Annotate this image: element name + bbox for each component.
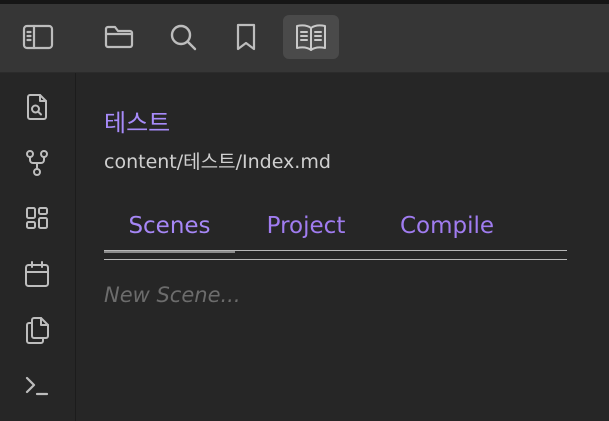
graph-icon — [26, 150, 48, 176]
search-button[interactable] — [161, 15, 205, 59]
project-path: content/테스트/Index.md — [104, 151, 331, 173]
ribbon-graph-button[interactable] — [16, 142, 58, 184]
dashboard-grid-icon — [26, 207, 48, 229]
bookmarks-button[interactable] — [224, 15, 268, 59]
sidebar-toggle-button[interactable] — [16, 15, 60, 59]
book-open-icon — [296, 24, 326, 51]
ribbon-copy-button[interactable] — [16, 309, 58, 351]
search-icon — [170, 24, 197, 51]
ribbon-canvas-button[interactable] — [16, 197, 58, 239]
longform-button[interactable] — [283, 15, 339, 59]
file-search-icon — [27, 94, 47, 120]
app-window: 테스트 content/테스트/Index.md Scenes Project … — [0, 0, 609, 421]
sidebar-toggle-icon — [22, 24, 54, 50]
left-ribbon — [0, 73, 76, 421]
files-button[interactable] — [97, 15, 141, 59]
panel-tabs: Scenes Project Compile — [104, 209, 567, 253]
ribbon-calendar-button[interactable] — [16, 253, 58, 295]
tab-divider — [104, 250, 567, 251]
calendar-icon — [25, 261, 49, 287]
project-title[interactable]: 테스트 — [104, 107, 170, 139]
ribbon-file-search-button[interactable] — [16, 86, 58, 128]
top-toolbar — [0, 4, 609, 73]
tab-scenes[interactable]: Scenes — [104, 209, 235, 251]
new-scene-input[interactable] — [104, 279, 484, 311]
folder-icon — [104, 25, 134, 49]
ribbon-terminal-button[interactable] — [16, 365, 58, 407]
terminal-icon — [25, 376, 49, 396]
longform-panel: 테스트 content/테스트/Index.md Scenes Project … — [76, 73, 609, 421]
tab-project[interactable]: Project — [256, 209, 356, 251]
copy-files-icon — [26, 317, 49, 344]
content-divider — [104, 259, 567, 260]
tab-compile[interactable]: Compile — [387, 209, 507, 251]
bookmark-icon — [236, 23, 256, 51]
